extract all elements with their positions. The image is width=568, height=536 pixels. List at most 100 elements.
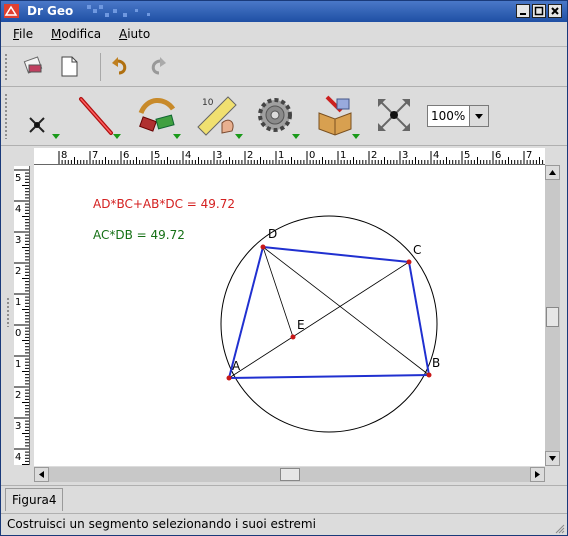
label-e: E <box>297 318 305 332</box>
menu-aiuto[interactable]: Aiuto <box>119 27 150 41</box>
segment-tool-menu-arrow[interactable] <box>113 134 121 139</box>
main-toolbar <box>1 47 567 87</box>
segment-bc[interactable] <box>408 261 430 376</box>
measure-tool-menu-arrow[interactable] <box>235 134 243 139</box>
point-tool-icon[interactable] <box>27 115 49 137</box>
close-icon <box>551 7 559 15</box>
ruler-label: 1 <box>15 297 21 308</box>
label-c: C <box>413 243 421 257</box>
point-b[interactable] <box>426 372 432 378</box>
segment-de[interactable] <box>262 246 294 338</box>
diagonal-ac[interactable] <box>228 261 410 379</box>
ruler-label: 4 <box>185 150 191 161</box>
scroll-up-button[interactable] <box>545 165 560 180</box>
script-box-icon[interactable] <box>313 93 357 137</box>
drawing-canvas[interactable]: AD*BC+AB*DC = 49.72 AC*DB = 49.72 A B C … <box>34 165 545 466</box>
maximize-icon <box>534 6 544 16</box>
zoom-value: 100% <box>431 109 466 123</box>
menu-modifica[interactable]: Modifica <box>51 27 101 41</box>
arrow-up-icon <box>549 170 556 175</box>
ruler-label: 3 <box>402 150 408 161</box>
point-tool-menu-arrow[interactable] <box>52 134 60 139</box>
ruler-label: 1 <box>278 150 284 161</box>
menu-aiuto-accel: A <box>119 27 128 41</box>
transform-tool-icon[interactable] <box>135 95 179 139</box>
undo-icon[interactable] <box>111 57 131 77</box>
figure-tab-bar: Figura4 <box>1 485 567 514</box>
transform-tool-menu-arrow[interactable] <box>173 134 181 139</box>
vertical-ruler-scale: 5 4 3 2 1 0 1 2 3 4 <box>14 169 29 465</box>
app-icon[interactable] <box>4 4 19 18</box>
horizontal-scroll-thumb[interactable] <box>280 468 300 481</box>
minimize-icon <box>520 13 526 15</box>
workspace-grip[interactable] <box>6 297 11 327</box>
horizontal-ruler: 87654321012345678 <box>34 148 563 165</box>
new-document-icon[interactable] <box>58 55 80 77</box>
ruler-label: 3 <box>216 150 222 161</box>
arrow-down-icon <box>549 456 556 461</box>
tab-figura4[interactable]: Figura4 <box>5 488 63 511</box>
ruler-label: 0 <box>15 328 21 339</box>
menu-file[interactable]: File <box>13 27 33 41</box>
ruler-label: 4 <box>15 452 21 463</box>
ruler-label: 5 <box>464 150 470 161</box>
menu-modifica-accel: M <box>51 27 62 41</box>
point-c[interactable] <box>406 259 412 265</box>
vertical-scroll-thumb[interactable] <box>546 307 559 327</box>
macro-tool-menu-arrow[interactable] <box>292 134 300 139</box>
segment-ab[interactable] <box>228 374 430 379</box>
script-tool-menu-arrow[interactable] <box>352 134 360 139</box>
ruler-label: 2 <box>371 150 377 161</box>
menu-aiuto-rest: iuto <box>127 27 151 41</box>
diagonal-db[interactable] <box>262 246 430 376</box>
print-icon[interactable] <box>23 55 45 77</box>
window-title: Dr Geo <box>27 4 74 18</box>
menu-bar: File Modifica Aiuto <box>1 22 567 47</box>
zoom-move-icon[interactable] <box>376 97 412 133</box>
resize-grip-icon[interactable] <box>553 522 565 534</box>
measure-tool-icon[interactable]: 10 <box>194 93 240 139</box>
ruler-label: 6 <box>123 150 129 161</box>
horizontal-ruler-scale: 87654321012345678 <box>58 150 563 164</box>
point-d[interactable] <box>260 244 266 250</box>
scroll-down-button[interactable] <box>545 451 560 466</box>
zoom-select[interactable]: 100% <box>427 105 489 127</box>
label-d: D <box>268 227 277 241</box>
tools-toolbar-grip[interactable] <box>4 93 9 139</box>
minimize-button[interactable] <box>516 4 530 18</box>
ruler-label: 2 <box>247 150 253 161</box>
ruler-label: 2 <box>15 390 21 401</box>
ruler-label: 0 <box>309 150 315 161</box>
toolbar-grip[interactable] <box>4 53 9 81</box>
maximize-button[interactable] <box>532 4 546 18</box>
ruler-label: 4 <box>433 150 439 161</box>
point-a[interactable] <box>226 375 232 381</box>
point-e[interactable] <box>290 334 296 340</box>
vertical-scrollbar[interactable] <box>545 165 560 466</box>
scroll-right-button[interactable] <box>530 467 545 482</box>
close-button[interactable] <box>548 4 562 18</box>
chevron-down-icon <box>475 114 483 119</box>
scroll-left-button[interactable] <box>34 467 49 482</box>
ruler-label: 2 <box>15 266 21 277</box>
segment-tool-icon[interactable] <box>75 95 119 139</box>
horizontal-scrollbar[interactable] <box>34 467 545 482</box>
ruler-label: 7 <box>92 150 98 161</box>
ruler-label: 6 <box>495 150 501 161</box>
circumcircle[interactable] <box>220 215 438 433</box>
ruler-label: 4 <box>15 204 21 215</box>
menu-modifica-rest: odifica <box>61 27 102 41</box>
redo-icon[interactable] <box>147 57 167 77</box>
zoom-dropdown-button[interactable] <box>469 106 488 126</box>
label-a: A <box>232 359 241 373</box>
title-bar[interactable]: Dr Geo <box>1 1 567 22</box>
macro-gear-icon[interactable] <box>253 93 297 137</box>
segment-cd[interactable] <box>262 246 410 263</box>
ruler-label: 5 <box>15 173 21 184</box>
vertical-ruler: 5 4 3 2 1 0 1 2 3 4 <box>14 166 30 465</box>
app-window: Dr Geo File Modifica Aiuto 10 100% 8 7 6… <box>0 0 568 536</box>
ruler-corner <box>14 148 33 164</box>
menu-file-rest: ile <box>19 27 34 41</box>
ruler-label: 7 <box>526 150 532 161</box>
title-decoration <box>87 5 150 17</box>
